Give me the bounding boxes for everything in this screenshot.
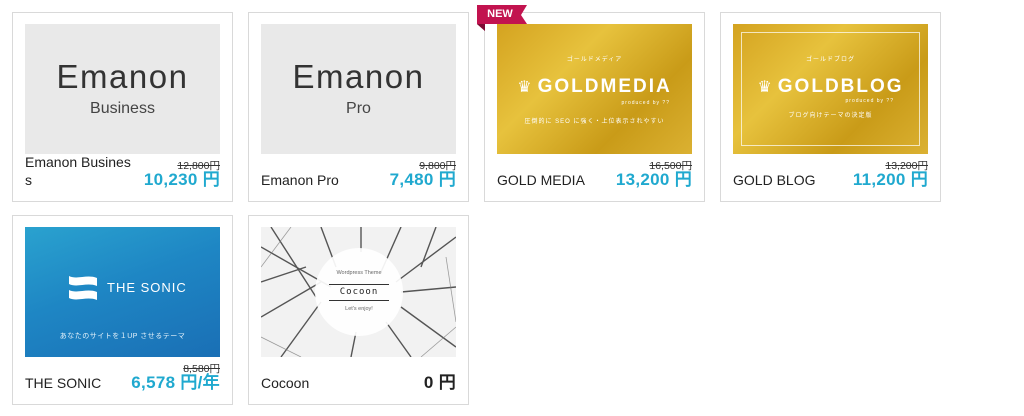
product-card-emanon-business[interactable]: Emanon Business Emanon Business 12,800円 … (12, 12, 233, 202)
cocoon-top-text: Wordpress Theme (336, 270, 382, 276)
sale-price: 11,200 円 (852, 170, 928, 189)
product-name[interactable]: Emanon Business (25, 153, 137, 189)
product-thumbnail[interactable]: THE SONIC あなたのサイトを１UP させるテーマ (25, 227, 220, 357)
product-thumbnail[interactable]: ゴールドブログ ♛ GOLDBLOG produced by ?? ブログ向けテー… (733, 24, 928, 154)
product-card-emanon-pro[interactable]: Emanon Pro Emanon Pro 9,800円 7,480 円 (248, 12, 469, 202)
cocoon-image: Wordpress Theme Cocoon Let's enjoy! (261, 227, 456, 357)
sonic-tagline: あなたのサイトを１UP させるテーマ (59, 333, 186, 340)
product-name[interactable]: GOLD MEDIA (497, 171, 609, 189)
product-name[interactable]: GOLD BLOG (733, 171, 845, 189)
badge-label: NEW (487, 8, 513, 20)
sale-price: 7,480 円 (389, 170, 456, 189)
emanon-logo-text: Emanon (292, 58, 425, 95)
emanon-business-image: Emanon Business (25, 24, 220, 154)
gold-blog-image: ゴールドブログ ♛ GOLDBLOG produced by ?? ブログ向けテー… (733, 24, 928, 154)
product-name[interactable]: Emanon Pro (261, 171, 373, 189)
new-badge: NEW (477, 5, 533, 31)
gold-tagline: 圧倒的に SEO に強く・上位表示されやすい (524, 119, 665, 125)
crown-icon: ♛ (757, 79, 774, 96)
the-sonic-image: THE SONIC あなたのサイトを１UP させるテーマ (25, 227, 220, 357)
sale-price: 6,578 円/年 (131, 373, 220, 392)
emanon-sub-text: Pro (346, 100, 371, 117)
gold-title: ♛ GOLDMEDIA (497, 76, 692, 98)
gold-producer: produced by ?? (621, 100, 670, 106)
product-thumbnail[interactable]: Emanon Business (25, 24, 220, 154)
product-thumbnail[interactable]: ゴールドメディア ♛ GOLDMEDIA produced by ?? 圧倒的に … (497, 24, 692, 154)
product-name[interactable]: THE SONIC (25, 374, 137, 392)
product-card-gold-media[interactable]: NEW ゴールドメディア ♛ GOLDMEDIA produced by ?? 圧… (477, 5, 705, 202)
cocoon-badge-circle: Wordpress Theme Cocoon Let's enjoy! (315, 248, 403, 336)
gold-title-text: GOLDMEDIA (537, 76, 672, 97)
product-card-the-sonic[interactable]: THE SONIC あなたのサイトを１UP させるテーマ THE SONIC 8… (12, 215, 233, 405)
sale-price: 0 円 (423, 373, 456, 392)
sale-price: 10,230 円 (143, 170, 220, 189)
gold-top-text: ゴールドメディア (566, 57, 623, 63)
sale-price: 13,200 円 (615, 170, 692, 189)
cocoon-bottom-text: Let's enjoy! (345, 306, 373, 312)
product-card-gold-blog[interactable]: ゴールドブログ ♛ GOLDBLOG produced by ?? ブログ向けテー… (720, 12, 941, 202)
product-card-cocoon[interactable]: Wordpress Theme Cocoon Let's enjoy! Coco… (248, 215, 469, 405)
wave-flag-icon (69, 276, 97, 300)
product-thumbnail[interactable]: Wordpress Theme Cocoon Let's enjoy! (261, 227, 456, 357)
emanon-pro-image: Emanon Pro (261, 24, 456, 154)
gold-top-text: ゴールドブログ (805, 57, 855, 63)
gold-title-text: GOLDBLOG (777, 76, 904, 97)
gold-producer: produced by ?? (845, 98, 894, 104)
emanon-logo-text: Emanon (56, 58, 189, 95)
product-thumbnail[interactable]: Emanon Pro (261, 24, 456, 154)
gold-media-image: ゴールドメディア ♛ GOLDMEDIA produced by ?? 圧倒的に … (497, 24, 692, 154)
crown-icon: ♛ (517, 79, 534, 96)
cocoon-title: Cocoon (329, 284, 389, 301)
emanon-sub-text: Business (90, 100, 155, 117)
product-name[interactable]: Cocoon (261, 374, 373, 392)
sonic-title: THE SONIC (107, 280, 187, 295)
gold-title: ♛ GOLDBLOG (733, 76, 928, 98)
gold-tagline: ブログ向けテーマの決定版 (788, 113, 873, 119)
